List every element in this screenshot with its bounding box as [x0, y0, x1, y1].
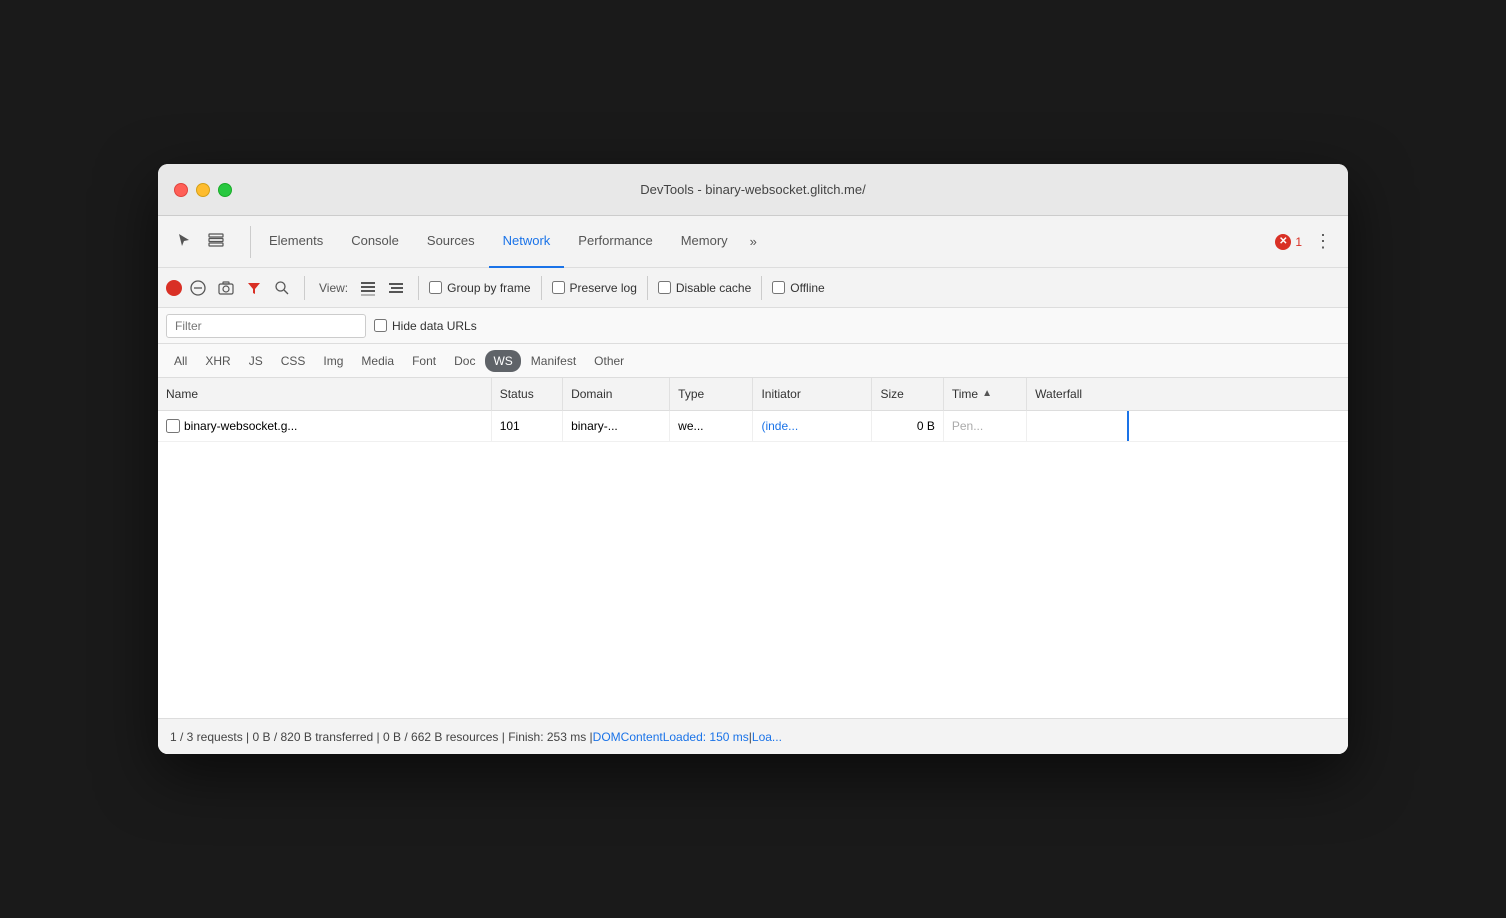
table-header-row: Name Status Domain Type Initiator [158, 378, 1348, 410]
error-badge[interactable]: ✕ 1 [1275, 234, 1302, 250]
type-filter-img[interactable]: Img [315, 350, 351, 372]
col-header-size[interactable]: Size [872, 378, 943, 410]
group-by-frame-label[interactable]: Group by frame [429, 281, 530, 295]
minimize-button[interactable] [196, 183, 210, 197]
col-header-waterfall[interactable]: Waterfall [1027, 378, 1348, 410]
list-view-button[interactable] [356, 276, 380, 300]
tab-console[interactable]: Console [337, 216, 413, 268]
cursor-icon-button[interactable] [170, 228, 198, 256]
type-filter-other[interactable]: Other [586, 350, 632, 372]
type-filter-media[interactable]: Media [353, 350, 402, 372]
title-bar: DevTools - binary-websocket.glitch.me/ [158, 164, 1348, 216]
type-filter-doc[interactable]: Doc [446, 350, 483, 372]
hide-data-urls-label[interactable]: Hide data URLs [374, 319, 477, 333]
table-row[interactable]: binary-websocket.g... 101 binary-... we.… [158, 410, 1348, 441]
type-filter-ws[interactable]: WS [485, 350, 520, 372]
cell-domain: binary-... [563, 410, 670, 441]
col-header-initiator[interactable]: Initiator [753, 378, 872, 410]
filter-button[interactable] [242, 276, 266, 300]
type-filter-js[interactable]: JS [241, 350, 271, 372]
clear-icon [190, 280, 206, 296]
filter-icon [246, 280, 262, 296]
screenshot-button[interactable] [214, 276, 238, 300]
col-header-type[interactable]: Type [670, 378, 753, 410]
devtools-body: Elements Console Sources Network Perform… [158, 216, 1348, 754]
cell-time: Pen... [943, 410, 1026, 441]
clear-button[interactable] [186, 276, 210, 300]
sort-asc-icon: ▲ [982, 388, 992, 399]
offline-label[interactable]: Offline [772, 281, 824, 295]
camera-icon [218, 280, 234, 296]
col-header-domain[interactable]: Domain [563, 378, 670, 410]
waterfall-line [1127, 411, 1129, 441]
cell-status: 101 [491, 410, 562, 441]
col-header-name[interactable]: Name [158, 378, 491, 410]
preserve-log-checkbox[interactable] [552, 281, 565, 294]
toolbar-icons [162, 228, 238, 256]
status-bar: 1 / 3 requests | 0 B / 820 B transferred… [158, 718, 1348, 754]
list-view-icon [360, 280, 376, 296]
tab-network[interactable]: Network [489, 216, 565, 268]
cell-initiator: (inde... [753, 410, 872, 441]
tabs-row: Elements Console Sources Network Perform… [158, 216, 1348, 268]
network-table-container[interactable]: Name Status Domain Type Initiator [158, 378, 1348, 718]
cursor-icon [176, 232, 192, 251]
preserve-log-label[interactable]: Preserve log [552, 281, 637, 295]
row-select-checkbox[interactable] [166, 419, 180, 433]
cell-size: 0 B [872, 410, 943, 441]
toolbar-divider-3 [418, 276, 419, 300]
group-by-frame-checkbox[interactable] [429, 281, 442, 294]
more-options-button[interactable]: ⋮ [1310, 227, 1336, 256]
toolbar-divider [250, 226, 251, 258]
filter-row: Hide data URLs [158, 308, 1348, 344]
window-title: DevTools - binary-websocket.glitch.me/ [640, 182, 865, 197]
disable-cache-label[interactable]: Disable cache [658, 281, 751, 295]
maximize-button[interactable] [218, 183, 232, 197]
toolbar-divider-6 [761, 276, 762, 300]
status-text: 1 / 3 requests | 0 B / 820 B transferred… [170, 730, 593, 744]
toolbar-divider-5 [647, 276, 648, 300]
layers-icon-button[interactable] [202, 228, 230, 256]
disable-cache-checkbox[interactable] [658, 281, 671, 294]
tab-memory[interactable]: Memory [667, 216, 742, 268]
type-filter-font[interactable]: Font [404, 350, 444, 372]
type-filter-all[interactable]: All [166, 350, 195, 372]
cell-type: we... [670, 410, 753, 441]
tabs-overflow-button[interactable]: » [742, 234, 765, 249]
tab-performance[interactable]: Performance [564, 216, 666, 268]
network-toolbar: View: Group by [158, 268, 1348, 308]
tree-view-icon [388, 280, 404, 296]
search-icon [274, 280, 290, 296]
dom-content-loaded-link[interactable]: DOMContentLoaded: 150 ms [593, 730, 749, 744]
view-label: View: [319, 281, 348, 295]
record-button[interactable] [166, 280, 182, 296]
devtools-window: DevTools - binary-websocket.glitch.me/ [158, 164, 1348, 754]
type-filter-manifest[interactable]: Manifest [523, 350, 584, 372]
network-table: Name Status Domain Type Initiator [158, 378, 1348, 442]
close-button[interactable] [174, 183, 188, 197]
tabs-right: ✕ 1 ⋮ [1275, 227, 1344, 256]
error-count-icon: ✕ [1275, 234, 1291, 250]
offline-checkbox[interactable] [772, 281, 785, 294]
cell-waterfall [1027, 410, 1348, 441]
tree-view-button[interactable] [384, 276, 408, 300]
filter-input[interactable] [166, 314, 366, 338]
cell-name: binary-websocket.g... [158, 410, 491, 441]
traffic-lights [174, 183, 232, 197]
tab-sources[interactable]: Sources [413, 216, 489, 268]
col-header-status[interactable]: Status [491, 378, 562, 410]
type-filter-xhr[interactable]: XHR [197, 350, 238, 372]
toolbar-divider-4 [541, 276, 542, 300]
search-button[interactable] [270, 276, 294, 300]
hide-data-urls-checkbox[interactable] [374, 319, 387, 332]
toolbar-divider-2 [304, 276, 305, 300]
load-link[interactable]: Loa... [752, 730, 782, 744]
layers-icon [208, 232, 224, 251]
col-header-time[interactable]: Time ▲ [943, 378, 1026, 410]
type-filter-css[interactable]: CSS [273, 350, 314, 372]
type-filter-row: All XHR JS CSS Img Media Font Doc WS Man… [158, 344, 1348, 378]
tab-elements[interactable]: Elements [255, 216, 337, 268]
